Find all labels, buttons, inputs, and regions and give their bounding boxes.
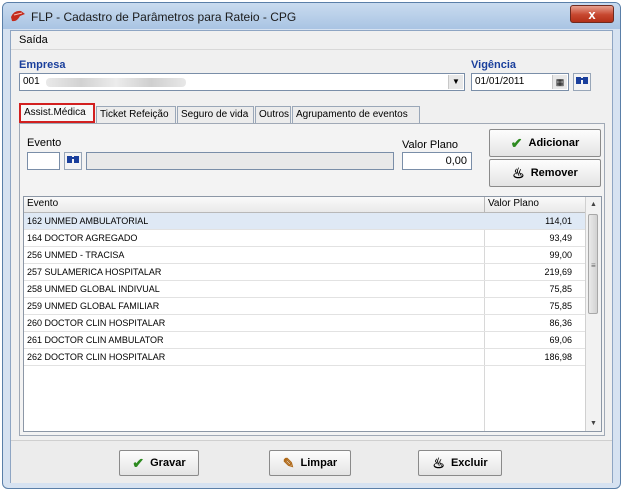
valor-plano-input[interactable]: 0,00 bbox=[402, 152, 472, 170]
empresa-redacted bbox=[46, 78, 186, 87]
cell-evento: 164 DOCTOR AGREGADO bbox=[27, 233, 138, 243]
evento-description-field bbox=[86, 152, 394, 170]
check-icon: ✔ bbox=[510, 134, 523, 151]
action-bar: ✔ Gravar ✎ Limpar ♨ Excluir bbox=[11, 440, 612, 483]
scroll-up-icon[interactable]: ▲ bbox=[586, 197, 601, 212]
evento-label: Evento bbox=[27, 137, 62, 149]
table-row[interactable]: 261 DOCTOR CLIN AMBULATOR 69,06 bbox=[24, 332, 586, 349]
tab-ticket-refeicao[interactable]: Ticket Refeição bbox=[96, 106, 176, 123]
app-icon bbox=[10, 9, 26, 23]
cell-evento: 257 SULAMERICA HOSPITALAR bbox=[27, 267, 162, 277]
table-row[interactable]: 162 UNMED AMBULATORIAL 114,01 bbox=[24, 213, 586, 230]
adicionar-label: Adicionar bbox=[528, 137, 580, 149]
remover-label: Remover bbox=[530, 167, 578, 179]
main-window: FLP - Cadastro de Parâmetros para Rateio… bbox=[2, 2, 621, 489]
scroll-down-icon[interactable]: ▼ bbox=[586, 416, 601, 431]
table-row[interactable]: 256 UNMED - TRACISA 99,00 bbox=[24, 247, 586, 264]
column-divider bbox=[484, 197, 485, 212]
adicionar-button[interactable]: ✔ Adicionar bbox=[489, 129, 601, 157]
close-button[interactable]: x bbox=[570, 5, 614, 23]
cell-valor: 114,01 bbox=[545, 216, 572, 226]
menu-item-saida[interactable]: Saída bbox=[19, 34, 48, 46]
gravar-label: Gravar bbox=[150, 457, 186, 469]
tab-seguro-de-vida[interactable]: Seguro de vida bbox=[177, 106, 254, 123]
tab-assist-medica[interactable]: Assist.Médica bbox=[19, 103, 95, 123]
remove-icon: ♨ bbox=[512, 164, 525, 181]
cell-evento: 162 UNMED AMBULATORIAL bbox=[27, 216, 149, 226]
vertical-scrollbar[interactable]: ▲ ≡ ▼ bbox=[585, 197, 601, 431]
valor-plano-label: Valor Plano bbox=[402, 139, 459, 151]
excluir-button[interactable]: ♨ Excluir bbox=[418, 450, 502, 476]
cell-evento: 256 UNMED - TRACISA bbox=[27, 250, 125, 260]
table-row[interactable]: 260 DOCTOR CLIN HOSPITALAR 86,36 bbox=[24, 315, 586, 332]
eraser-icon: ✎ bbox=[282, 454, 295, 471]
empresa-label: Empresa bbox=[19, 59, 66, 71]
table-row[interactable]: 164 DOCTOR AGREGADO 93,49 bbox=[24, 230, 586, 247]
table-row[interactable]: 259 UNMED GLOBAL FAMILIAR 75,85 bbox=[24, 298, 586, 315]
delete-icon: ♨ bbox=[432, 454, 445, 471]
empresa-value: 001 bbox=[23, 76, 40, 87]
vigencia-label: Vigência bbox=[471, 59, 517, 71]
cell-valor: 99,00 bbox=[549, 250, 572, 260]
table-row[interactable]: 258 UNMED GLOBAL INDIVUAL 75,85 bbox=[24, 281, 586, 298]
calendar-icon[interactable]: ▦ bbox=[552, 75, 567, 89]
table-row[interactable]: 262 DOCTOR CLIN HOSPITALAR 186,98 bbox=[24, 349, 586, 366]
chevron-down-icon[interactable]: ▼ bbox=[448, 75, 463, 89]
cell-evento: 258 UNMED GLOBAL INDIVUAL bbox=[27, 284, 160, 294]
remover-button[interactable]: ♨ Remover bbox=[489, 159, 601, 187]
cell-valor: 93,49 bbox=[549, 233, 572, 243]
evento-code-input[interactable] bbox=[27, 152, 60, 170]
table-row[interactable]: 257 SULAMERICA HOSPITALAR 219,69 bbox=[24, 264, 586, 281]
binoculars-icon[interactable] bbox=[573, 73, 591, 91]
menu-bar: Saída bbox=[11, 31, 612, 50]
vigencia-value: 01/01/2011 bbox=[475, 76, 525, 87]
binoculars-icon[interactable] bbox=[64, 152, 82, 170]
cell-evento: 261 DOCTOR CLIN AMBULATOR bbox=[27, 335, 164, 345]
cell-evento: 262 DOCTOR CLIN HOSPITALAR bbox=[27, 352, 166, 362]
cell-valor: 219,69 bbox=[544, 267, 572, 277]
window-title: FLP - Cadastro de Parâmetros para Rateio… bbox=[31, 10, 297, 24]
vigencia-date-field[interactable]: 01/01/2011 ▦ bbox=[471, 73, 569, 91]
column-valor-plano[interactable]: Valor Plano bbox=[488, 198, 539, 209]
eventos-grid[interactable]: Evento Valor Plano 162 UNMED AMBULATORIA… bbox=[23, 196, 602, 432]
tab-agrupamento-eventos[interactable]: Agrupamento de eventos bbox=[292, 106, 420, 123]
cell-valor: 86,36 bbox=[549, 318, 572, 328]
valor-plano-value: 0,00 bbox=[445, 155, 467, 167]
scroll-thumb[interactable]: ≡ bbox=[588, 214, 598, 314]
limpar-label: Limpar bbox=[300, 457, 338, 469]
gravar-button[interactable]: ✔ Gravar bbox=[119, 450, 199, 476]
empresa-select[interactable]: 001 ▼ bbox=[19, 73, 465, 91]
column-evento[interactable]: Evento bbox=[27, 198, 58, 209]
title-bar: FLP - Cadastro de Parâmetros para Rateio… bbox=[3, 3, 620, 29]
grip-icon: ≡ bbox=[591, 261, 596, 270]
cell-evento: 259 UNMED GLOBAL FAMILIAR bbox=[27, 301, 160, 311]
cell-valor: 75,85 bbox=[549, 284, 572, 294]
client-area: Saída Empresa 001 ▼ Vigência 01/01/2011 … bbox=[10, 30, 613, 483]
limpar-button[interactable]: ✎ Limpar bbox=[269, 450, 351, 476]
check-icon: ✔ bbox=[132, 454, 145, 471]
cell-evento: 260 DOCTOR CLIN HOSPITALAR bbox=[27, 318, 166, 328]
grid-header: Evento Valor Plano bbox=[24, 197, 586, 213]
cell-valor: 186,98 bbox=[544, 352, 572, 362]
cell-valor: 75,85 bbox=[549, 301, 572, 311]
tab-panel: Evento Valor Plano 0,00 ✔ Adicionar ♨ Re… bbox=[19, 123, 605, 436]
cell-valor: 69,06 bbox=[549, 335, 572, 345]
tab-outros[interactable]: Outros bbox=[255, 106, 291, 123]
excluir-label: Excluir bbox=[450, 457, 488, 469]
